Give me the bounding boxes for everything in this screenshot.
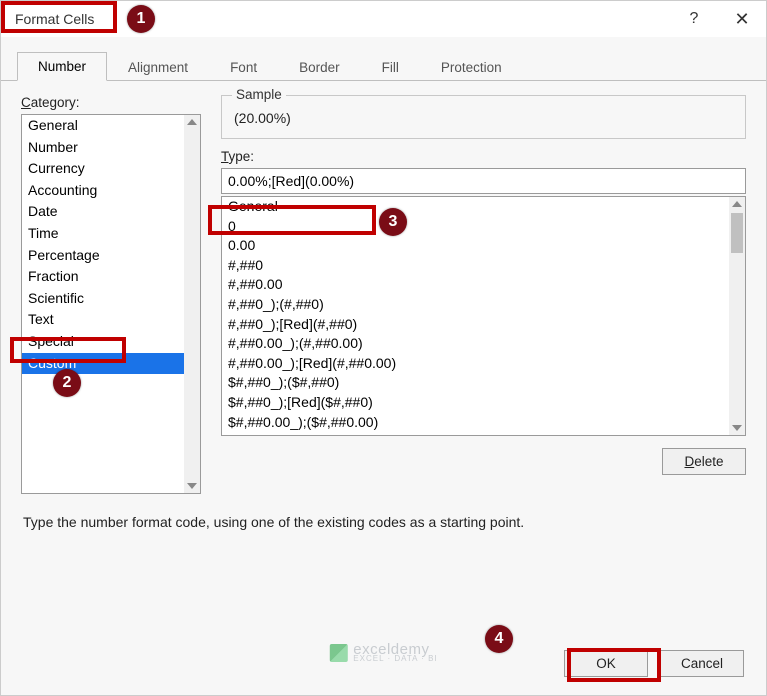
type-item[interactable]: #,##0.00_);[Red](#,##0.00) xyxy=(222,354,729,374)
format-cells-dialog: Format Cells ? ✕ Number Alignment Font B… xyxy=(0,0,767,696)
type-item[interactable]: #,##0_);[Red](#,##0) xyxy=(222,315,729,335)
tab-alignment[interactable]: Alignment xyxy=(107,53,209,81)
tab-fill[interactable]: Fill xyxy=(361,53,420,81)
category-column: CCategory:ategory: General Number Curren… xyxy=(21,95,201,494)
delete-button[interactable]: DDeleteelete xyxy=(662,448,746,475)
type-list[interactable]: General 0 0.00 #,##0 #,##0.00 #,##0_);(#… xyxy=(221,196,746,436)
watermark-logo-icon xyxy=(329,644,347,662)
annotation-badge-4: 4 xyxy=(485,625,513,653)
close-button[interactable]: ✕ xyxy=(718,1,766,37)
category-item-percentage[interactable]: Percentage xyxy=(22,245,184,267)
category-item-date[interactable]: Date xyxy=(22,201,184,223)
category-item-fraction[interactable]: Fraction xyxy=(22,266,184,288)
tab-border[interactable]: Border xyxy=(278,53,361,81)
category-item-currency[interactable]: Currency xyxy=(22,158,184,180)
below-list-row: DDeleteelete xyxy=(221,448,746,475)
tabstrip: Number Alignment Font Border Fill Protec… xyxy=(1,37,766,81)
category-item-number[interactable]: Number xyxy=(22,137,184,159)
right-column: Sample (20.00%) TType:ype: General 0 0.0… xyxy=(221,95,746,494)
sample-label: Sample xyxy=(232,87,286,102)
help-button[interactable]: ? xyxy=(670,1,718,37)
category-item-accounting[interactable]: Accounting xyxy=(22,180,184,202)
tab-font[interactable]: Font xyxy=(209,53,278,81)
type-item[interactable]: $#,##0.00_);($#,##0.00) xyxy=(222,413,729,433)
tab-protection[interactable]: Protection xyxy=(420,53,523,81)
sample-value: (20.00%) xyxy=(234,106,733,126)
category-label: CCategory:ategory: xyxy=(21,95,201,110)
watermark-sub: EXCEL · DATA · BI xyxy=(353,655,437,663)
dialog-footer: OK Cancel xyxy=(564,650,744,677)
category-item-general[interactable]: General xyxy=(22,115,184,137)
tab-number[interactable]: Number xyxy=(17,52,107,81)
type-item[interactable]: #,##0_);(#,##0) xyxy=(222,295,729,315)
category-item-special[interactable]: Special xyxy=(22,331,184,353)
sample-group: Sample (20.00%) xyxy=(221,95,746,139)
type-item[interactable]: 0.00 xyxy=(222,236,729,256)
type-item[interactable]: #,##0.00 xyxy=(222,275,729,295)
type-item[interactable]: 0 xyxy=(222,217,729,237)
type-input[interactable] xyxy=(221,168,746,194)
cancel-button[interactable]: Cancel xyxy=(660,650,744,677)
type-item[interactable]: $#,##0_);[Red]($#,##0) xyxy=(222,393,729,413)
format-hint: Type the number format code, using one o… xyxy=(1,504,766,540)
titlebar: Format Cells ? ✕ xyxy=(1,1,766,37)
number-tab-body: CCategory:ategory: General Number Curren… xyxy=(1,81,766,504)
scroll-thumb[interactable] xyxy=(731,213,743,253)
watermark: exceldemy EXCEL · DATA · BI xyxy=(329,642,437,663)
category-item-scientific[interactable]: Scientific xyxy=(22,288,184,310)
type-item[interactable]: #,##0 xyxy=(222,256,729,276)
ok-button[interactable]: OK xyxy=(564,650,648,677)
type-item[interactable]: $#,##0_);($#,##0) xyxy=(222,373,729,393)
type-label: TType:ype: xyxy=(221,149,746,164)
category-scrollbar[interactable] xyxy=(184,115,200,493)
category-item-custom[interactable]: Custom xyxy=(22,353,184,375)
type-item[interactable]: #,##0.00_);(#,##0.00) xyxy=(222,334,729,354)
dialog-title: Format Cells xyxy=(9,8,100,30)
type-scrollbar[interactable] xyxy=(729,197,745,435)
category-list[interactable]: General Number Currency Accounting Date … xyxy=(21,114,201,494)
close-icon: ✕ xyxy=(734,9,749,30)
type-item[interactable]: General xyxy=(222,197,729,217)
help-icon: ? xyxy=(690,10,699,28)
category-item-text[interactable]: Text xyxy=(22,309,184,331)
category-item-time[interactable]: Time xyxy=(22,223,184,245)
watermark-brand: exceldemy xyxy=(353,642,429,657)
